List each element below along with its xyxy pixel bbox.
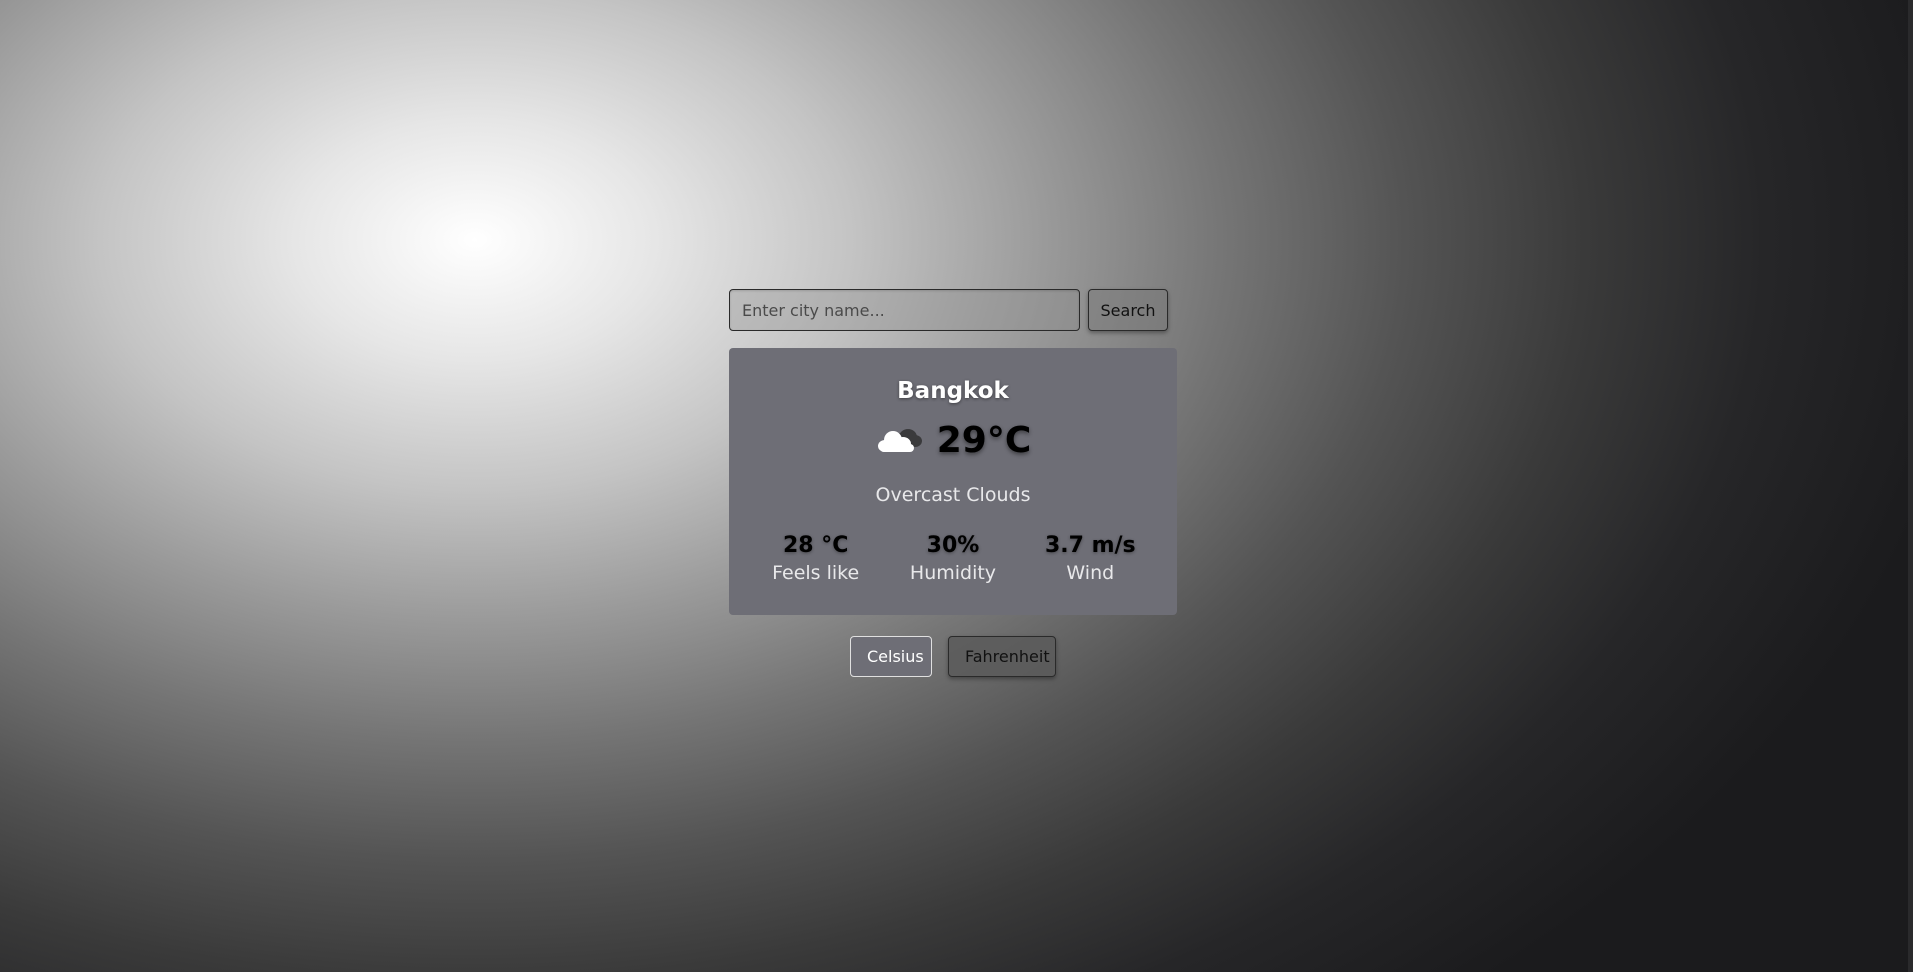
unit-toggle: Celsius Fahrenheit — [729, 636, 1177, 677]
feels-like-label: Feels like — [772, 562, 860, 584]
fahrenheit-button[interactable]: Fahrenheit — [948, 636, 1056, 677]
humidity-label: Humidity — [909, 562, 997, 584]
wind-value: 3.7 m/s — [1044, 533, 1136, 558]
wind-stat: 3.7 m/s Wind — [1030, 532, 1150, 586]
temperature-value: 29°C — [936, 420, 1032, 461]
temperature-row: 29°C — [729, 420, 1177, 461]
search-bar: Search — [729, 289, 1177, 331]
celsius-button[interactable]: Celsius — [850, 636, 932, 677]
humidity-value: 30% — [926, 533, 980, 558]
feels-like-stat: 28 °C Feels like — [756, 532, 876, 586]
weather-description: Overcast Clouds — [875, 484, 1031, 506]
city-name: Bangkok — [897, 378, 1009, 404]
weather-card: Bangkok 29°C Overcast Clouds 28 °C Feels… — [729, 348, 1177, 615]
city-search-input[interactable] — [729, 289, 1080, 331]
overcast-clouds-icon — [877, 428, 922, 452]
feels-like-value: 28 °C — [782, 533, 849, 558]
search-button[interactable]: Search — [1088, 289, 1168, 331]
wind-label: Wind — [1066, 562, 1115, 584]
weather-app: Search Bangkok 29°C Overcast Clouds 28 °… — [729, 289, 1177, 677]
weather-stats: 28 °C Feels like 30% Humidity 3.7 m/s Wi… — [729, 532, 1177, 586]
window-edge — [1908, 0, 1913, 972]
humidity-stat: 30% Humidity — [893, 532, 1013, 586]
